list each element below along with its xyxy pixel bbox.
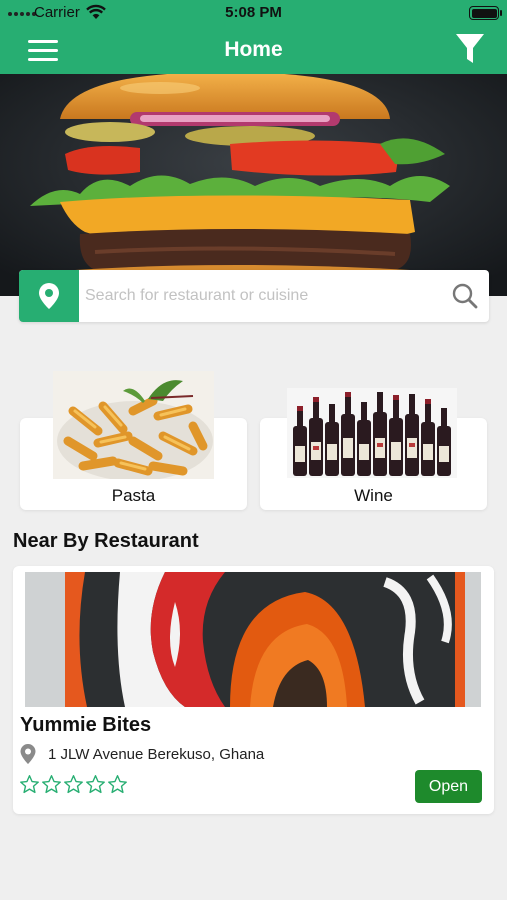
section-title-nearby: Near By Restaurant (13, 530, 199, 552)
status-bar: Carrier 5:08 PM (0, 0, 507, 26)
hero-burger-image (0, 74, 507, 296)
restaurant-name: Yummie Bites (20, 714, 152, 736)
restaurant-banner-image (25, 572, 481, 707)
restaurant-card[interactable]: Yummie Bites 1 JLW Avenue Berekuso, Ghan… (13, 566, 494, 814)
restaurant-address: 1 JLW Avenue Berekuso, Ghana (48, 746, 265, 763)
star-icon[interactable] (19, 774, 40, 795)
star-icon[interactable] (63, 774, 84, 795)
search-bar (19, 270, 489, 322)
wine-image[interactable] (287, 388, 457, 478)
pasta-image[interactable] (53, 371, 214, 479)
clock: 5:08 PM (225, 4, 282, 21)
page-title: Home (224, 38, 283, 61)
location-pin-icon[interactable] (19, 270, 79, 322)
category-label: Pasta (111, 486, 156, 505)
open-status-button[interactable]: Open (415, 770, 482, 803)
search-icon[interactable] (451, 282, 479, 310)
filter-funnel-icon[interactable] (455, 32, 485, 66)
star-icon[interactable] (107, 774, 128, 795)
star-icon[interactable] (41, 774, 62, 795)
battery-icon (469, 6, 502, 20)
rating-stars (19, 774, 128, 795)
category-label: Wine (354, 486, 393, 505)
search-input[interactable] (85, 280, 445, 312)
location-pin-icon (20, 744, 36, 764)
star-icon[interactable] (85, 774, 106, 795)
navigation-bar: Home (0, 26, 507, 74)
